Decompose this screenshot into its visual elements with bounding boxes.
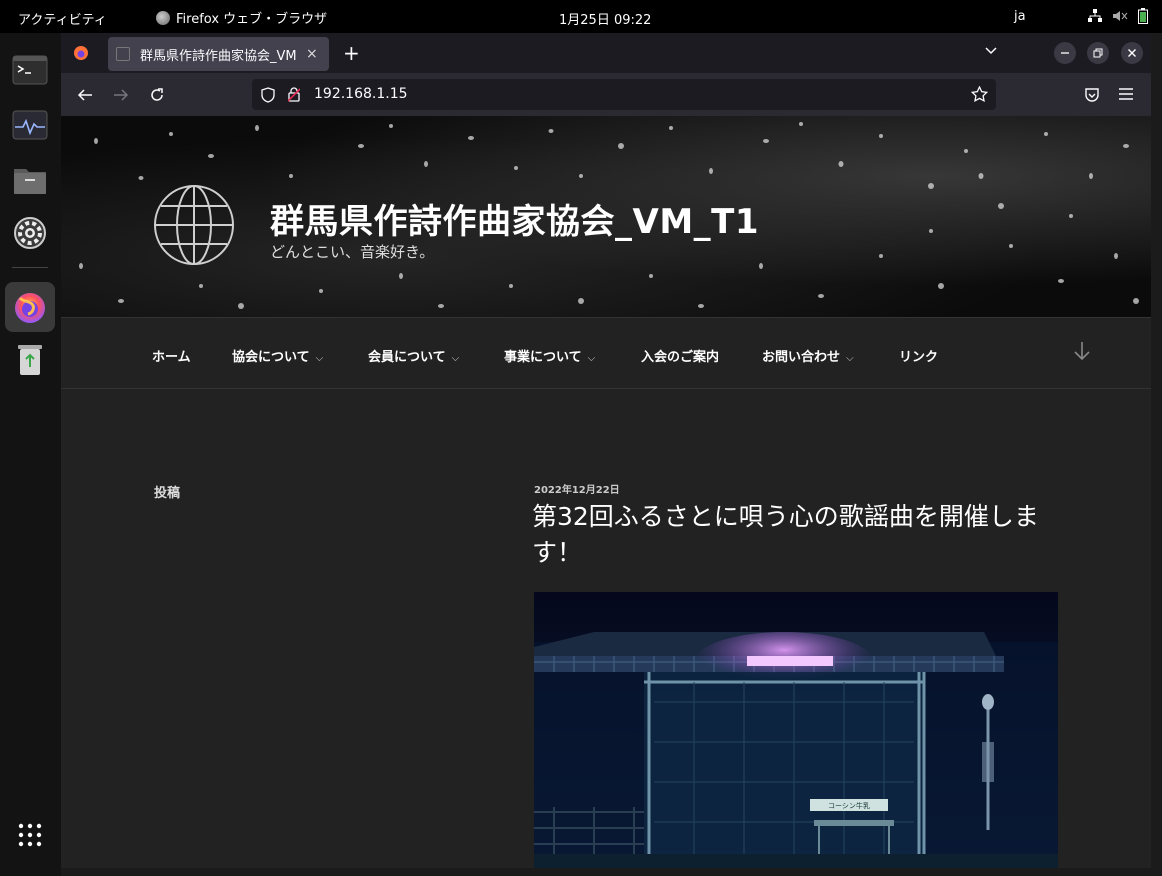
bus-stop-night-photo: コーシン牛乳 xyxy=(534,592,1058,868)
site-tagline: どんとこい、音楽好き。 xyxy=(270,243,435,261)
system-monitor-launcher[interactable] xyxy=(8,103,52,147)
url-text: 192.168.1.15 xyxy=(314,86,408,102)
pocket-icon[interactable] xyxy=(1084,87,1100,103)
dock-separator xyxy=(12,267,48,268)
dock xyxy=(0,33,61,876)
navigation-toolbar: 192.168.1.15 xyxy=(61,73,1151,116)
window-edge xyxy=(1151,33,1162,876)
back-icon[interactable] xyxy=(77,87,93,103)
minimize-icon xyxy=(1061,52,1069,54)
system-menu[interactable] xyxy=(1088,8,1148,24)
menu-item-label: ホーム xyxy=(152,350,191,365)
tab-favicon-icon xyxy=(116,47,130,61)
trash-icon xyxy=(18,345,42,375)
site-logo-globe-icon xyxy=(154,185,234,265)
page-content: 投稿 2022年12月22日 第32回ふるさとに唄う心の歌謡曲を開催します！ コ… xyxy=(61,389,1151,868)
system-monitor-icon xyxy=(12,110,48,140)
firefox-icon xyxy=(15,293,45,323)
menu-item-about-association[interactable]: 協会について ⌵ xyxy=(232,346,323,365)
settings-icon xyxy=(14,217,46,249)
web-page: 群馬県作詩作曲家協会_VM_T1 どんとこい、音楽好き。 ホーム 協会について ⌵… xyxy=(61,116,1151,868)
main-navigation: ホーム 協会について ⌵ 会員について ⌵ 事業について ⌵ 入会のご案内 お問い合わ… xyxy=(61,317,1151,389)
files-launcher[interactable] xyxy=(8,158,52,202)
post-featured-image[interactable]: コーシン牛乳 xyxy=(534,592,1058,868)
menu-item-label: リンク xyxy=(899,350,939,365)
site-header: 群馬県作詩作曲家協会_VM_T1 どんとこい、音楽好き。 xyxy=(61,116,1151,317)
hamburger-menu-icon[interactable] xyxy=(1119,88,1133,100)
firefox-window: 群馬県作詩作曲家協会_VM × + 192.168.1.15 群馬県作詩作曲家協… xyxy=(61,33,1151,868)
tab-bar: 群馬県作詩作曲家協会_VM × + xyxy=(61,33,1151,73)
app-grid-icon xyxy=(18,823,42,847)
app-menu[interactable]: Firefox ウェブ・ブラウザ xyxy=(156,8,327,27)
menu-item-label: 協会について xyxy=(232,350,310,365)
app-menu-label: Firefox ウェブ・ブラウザ xyxy=(176,12,328,27)
close-icon xyxy=(1128,49,1136,57)
restore-icon xyxy=(1093,48,1103,58)
forward-icon[interactable] xyxy=(113,87,129,103)
insecure-lock-icon[interactable] xyxy=(288,87,300,102)
menu-item-links[interactable]: リンク xyxy=(899,346,938,365)
files-icon xyxy=(14,169,46,194)
post-date[interactable]: 2022年12月22日 xyxy=(534,481,620,496)
activities-button[interactable]: アクティビティ xyxy=(18,9,107,28)
firefox-mini-icon xyxy=(156,10,170,25)
network-icon xyxy=(1088,9,1102,22)
terminal-icon xyxy=(12,55,48,85)
tracking-protection-shield-icon[interactable] xyxy=(261,87,275,103)
volume-muted-icon xyxy=(1113,11,1128,21)
menu-item-label: お問い合わせ xyxy=(762,350,841,365)
minimize-button[interactable] xyxy=(1054,42,1076,64)
tab-title: 群馬県作詩作曲家協会_VM xyxy=(140,48,297,64)
new-tab-button[interactable]: + xyxy=(343,41,360,65)
terminal-launcher[interactable] xyxy=(8,48,52,92)
gnome-top-bar: アクティビティ Firefox ウェブ・ブラウザ 1月25日 09:22 ja xyxy=(0,0,1162,33)
menu-item-label: 入会のご案内 xyxy=(641,350,720,365)
battery-icon xyxy=(1138,8,1148,24)
post-title[interactable]: 第32回ふるさとに唄う心の歌謡曲を開催します！ xyxy=(532,499,1072,571)
chevron-down-icon: ⌵ xyxy=(587,353,596,364)
menu-item-membership-guide[interactable]: 入会のご案内 xyxy=(641,346,719,365)
tab-close-button[interactable]: × xyxy=(306,46,318,62)
scroll-down-arrow-icon[interactable] xyxy=(1072,340,1092,362)
menu-item-label: 事業について xyxy=(504,350,582,365)
url-bar[interactable]: 192.168.1.15 xyxy=(252,79,996,110)
close-window-button[interactable] xyxy=(1121,42,1143,64)
menu-item-about-members[interactable]: 会員について ⌵ xyxy=(368,346,459,365)
input-method-indicator[interactable]: ja xyxy=(1014,9,1026,24)
chevron-down-icon: ⌵ xyxy=(315,353,324,364)
menu-item-label: 会員について xyxy=(368,350,446,365)
show-apps-button[interactable] xyxy=(8,813,52,857)
chevron-down-icon: ⌵ xyxy=(451,353,460,364)
site-title[interactable]: 群馬県作詩作曲家協会_VM_T1 xyxy=(270,194,759,243)
desktop-bottom-edge xyxy=(61,868,1162,876)
menu-item-contact[interactable]: お問い合わせ ⌵ xyxy=(762,346,854,365)
bench-sign-text: コーシン牛乳 xyxy=(828,801,870,810)
tab-active[interactable]: 群馬県作詩作曲家協会_VM × xyxy=(108,37,329,71)
settings-launcher[interactable] xyxy=(8,211,52,255)
reload-icon[interactable] xyxy=(149,87,165,103)
bookmark-star-icon[interactable] xyxy=(971,86,988,103)
menu-item-home[interactable]: ホーム xyxy=(152,346,191,365)
clock[interactable]: 1月25日 09:22 xyxy=(559,9,651,28)
sidebar-heading: 投稿 xyxy=(154,486,181,501)
menu-item-about-projects[interactable]: 事業について ⌵ xyxy=(504,346,595,365)
trash-launcher[interactable] xyxy=(8,337,52,381)
restore-button[interactable] xyxy=(1087,42,1109,64)
list-all-tabs-icon[interactable] xyxy=(985,47,997,55)
firefox-view-icon[interactable] xyxy=(73,45,89,61)
firefox-launcher[interactable] xyxy=(5,282,55,332)
chevron-down-icon: ⌵ xyxy=(846,353,854,364)
